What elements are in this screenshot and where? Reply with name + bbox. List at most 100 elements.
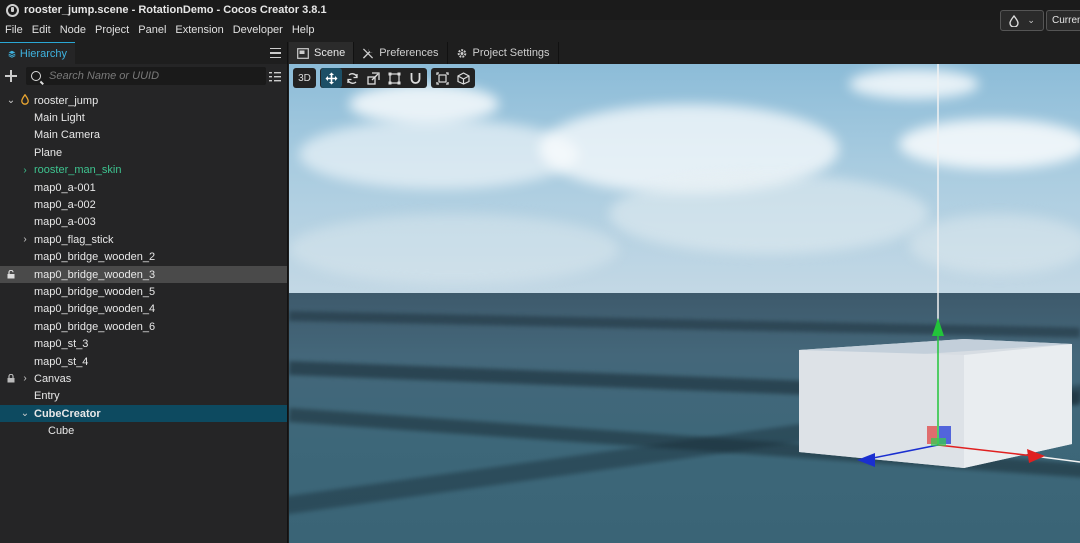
tree-node[interactable]: Main Light [0,109,287,126]
tree-node[interactable]: map0_a-001 [0,179,287,196]
tree-node-selected[interactable]: ⌄ CubeCreator [0,405,287,423]
search-box[interactable] [26,67,266,85]
menu-extension[interactable]: Extension [171,24,227,36]
move-icon [325,72,338,84]
tab-hierarchy[interactable]: Hierarchy [0,42,75,64]
menu-help[interactable]: Help [288,24,319,36]
tab-preferences-label: Preferences [379,47,439,59]
tree-node[interactable]: map0_bridge_wooden_4 [0,301,287,318]
tree-node-hovered[interactable]: map0_bridge_wooden_3 [0,265,287,284]
tree-node[interactable]: map0_bridge_wooden_2 [0,249,287,266]
hierarchy-tabbar: Hierarchy [0,42,287,64]
tree-node-label: map0_bridge_wooden_3 [34,268,156,281]
tree-node-label: map0_flag_stick [34,233,114,246]
gear-icon [457,48,466,58]
view-mode-3d-button[interactable]: 3D [294,68,315,88]
tree-node[interactable]: map0_bridge_wooden_5 [0,283,287,300]
tab-project-settings[interactable]: Project Settings [448,42,559,64]
sort-icon[interactable] [269,72,281,82]
tree-node-label: Main Light [34,112,85,125]
add-node-icon[interactable] [4,69,18,83]
menu-node[interactable]: Node [56,24,90,36]
node-tree: ⌄ rooster_jump Main Light Main Camera Pl… [0,92,287,440]
tab-hierarchy-label: Hierarchy [19,47,67,60]
drop-icon [1009,14,1019,27]
scale-tool-button[interactable] [363,68,384,88]
menu-file[interactable]: File [1,24,27,36]
tree-node-scene[interactable]: ⌄ rooster_jump [0,92,287,109]
tab-preferences[interactable]: Preferences [354,42,448,64]
pivot-icon [436,71,449,85]
search-input[interactable] [49,70,249,82]
tree-node[interactable]: map0_bridge_wooden_6 [0,318,287,335]
tree-node[interactable]: map0_a-002 [0,196,287,213]
menu-edit[interactable]: Edit [28,24,55,36]
tree-node[interactable]: map0_a-003 [0,214,287,231]
tree-node-prefab[interactable]: › rooster_man_skin [0,162,287,179]
scene-objects [799,64,1080,468]
tree-node[interactable]: Plane [0,144,287,161]
tree-node-label: Entry [34,390,60,403]
chevron-right-icon[interactable]: › [20,373,30,384]
rotate-icon [347,72,358,84]
tree-node-locked[interactable]: › Canvas [0,370,287,387]
tree-node-label: map0_bridge_wooden_4 [34,303,156,316]
pivot-button[interactable] [432,68,453,88]
hierarchy-toolbar [0,64,287,88]
tree-node-label: map0_st_4 [34,355,89,368]
menu-bar: File Edit Node Project Panel Extension D… [0,20,318,40]
tree-node-label: Cube [48,425,75,438]
tree-node[interactable]: map0_st_4 [0,353,287,370]
chevron-right-icon[interactable]: › [20,234,30,245]
chevron-right-icon[interactable]: › [20,165,30,176]
scene-view-icon [297,47,309,59]
tree-node[interactable]: map0_st_3 [0,335,287,352]
tab-scene[interactable]: Scene [289,42,355,64]
menu-panel[interactable]: Panel [134,24,170,36]
tree-node-label: Main Camera [34,129,101,142]
search-icon [31,71,41,81]
cube-object[interactable] [799,339,1072,468]
menu-developer[interactable]: Developer [229,24,287,36]
scene-toolbar: 3D [293,68,475,88]
scene-icon [21,94,29,105]
tree-node[interactable]: Main Camera [0,127,287,144]
tools-icon [363,47,374,59]
tab-project-settings-label: Project Settings [472,47,550,59]
magnet-icon [410,72,421,84]
hierarchy-panel: Hierarchy ⌄ rooster_jump Main Light Main… [0,42,288,543]
tree-node-label: Plane [34,146,63,159]
tree-node[interactable]: Entry [0,388,287,405]
chevron-down-icon: ⌄ [1027,15,1035,25]
chevron-down-icon[interactable]: ⌄ [6,95,16,106]
tree-node-label: rooster_jump [34,94,99,107]
tree-node-label: map0_st_3 [34,338,89,351]
tree-node-label: rooster_man_skin [34,164,122,177]
cube-icon [457,71,470,85]
title-bar: rooster_jump.scene - RotationDemo - Coco… [0,0,1080,20]
rect-tool-button[interactable] [384,68,405,88]
transform-tools-group [320,68,427,88]
rotate-tool-button[interactable] [342,68,363,88]
menu-project[interactable]: Project [91,24,133,36]
unlock-icon[interactable] [7,269,15,279]
view-mode-group: 3D [293,68,316,88]
local-global-button[interactable] [453,68,474,88]
pivot-tools-group [431,68,475,88]
tree-node-label: CubeCreator [34,407,101,420]
lock-icon[interactable] [7,374,15,383]
panel-menu-icon[interactable] [270,48,281,58]
y-axis-arrow[interactable] [932,318,944,336]
tree-node[interactable]: Cube [0,422,287,439]
current-dropdown[interactable]: Current [1046,10,1080,31]
snap-tool-button[interactable] [405,68,426,88]
move-tool-button[interactable] [321,68,342,88]
tree-node[interactable]: › map0_flag_stick [0,231,287,248]
scene-viewport[interactable]: 3D [289,64,1080,543]
theme-dropdown[interactable]: ⌄ [1000,10,1044,31]
tree-node-label: map0_a-002 [34,199,96,212]
tree-node-label: map0_a-001 [34,181,96,194]
chevron-down-icon[interactable]: ⌄ [20,408,30,419]
tree-node-label: Canvas [34,372,72,385]
tree-node-label: map0_bridge_wooden_2 [34,251,156,264]
